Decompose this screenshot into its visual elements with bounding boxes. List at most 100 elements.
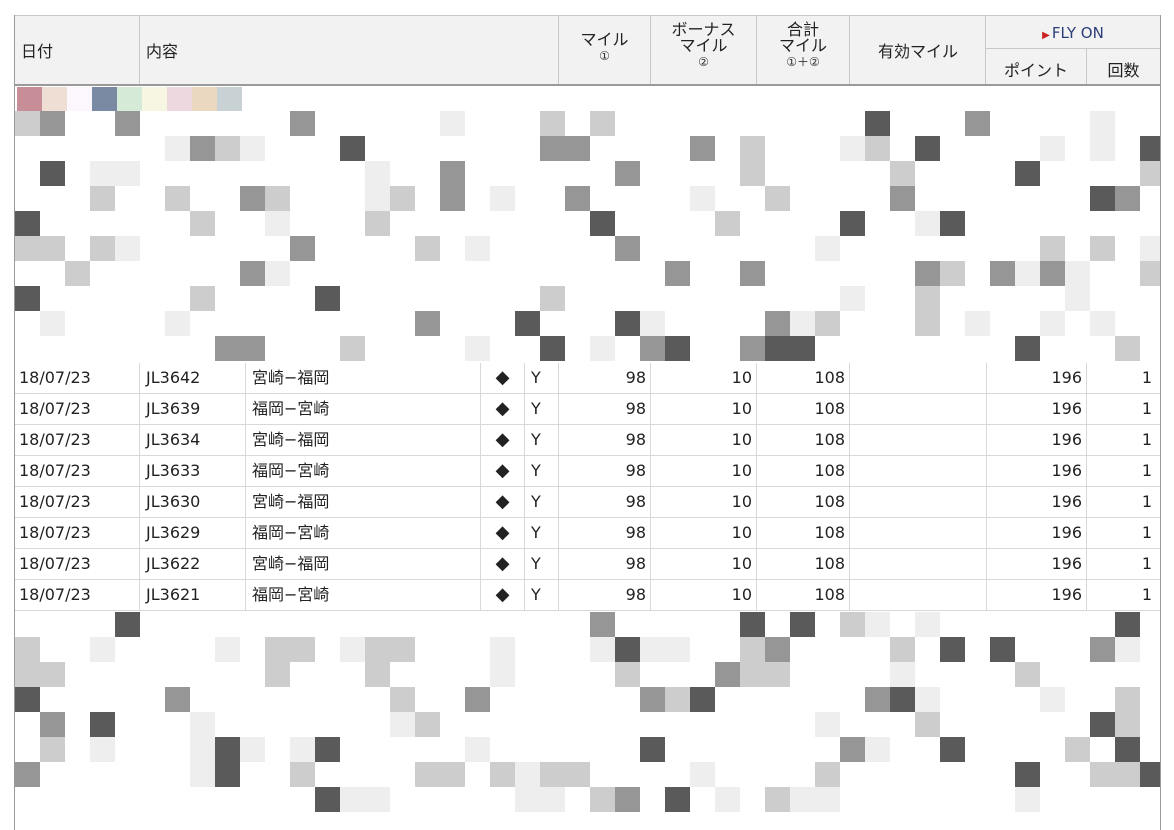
row-route: 福岡−宮崎 [246, 518, 481, 548]
header-total-line2: マイル [778, 36, 827, 55]
pixelated-block [340, 637, 365, 662]
pixelated-block [490, 662, 515, 687]
pixelated-block [190, 136, 215, 161]
pixelated-block [165, 186, 190, 211]
pixelated-block [790, 336, 815, 361]
pixelated-block [990, 261, 1015, 286]
pixelated-block [690, 136, 715, 161]
row-diamond-mark: ◆ [481, 487, 525, 517]
pixelated-block [865, 737, 890, 762]
pixelated-block [590, 787, 615, 812]
pixelated-block [365, 662, 390, 687]
pixelated-block [1115, 712, 1140, 737]
pixelated-block [15, 687, 40, 712]
pixelated-block [1015, 762, 1040, 787]
pixelated-block [340, 787, 365, 812]
row-date: 18/07/23 [15, 518, 140, 548]
row-class: Y [525, 456, 559, 486]
pixelated-block [365, 186, 390, 211]
pixelated-block [665, 637, 690, 662]
pixelated-block [915, 311, 940, 336]
pixelated-block [1140, 236, 1160, 261]
pixelated-block [565, 136, 590, 161]
pixelated-block [15, 762, 40, 787]
pixelated-block [165, 136, 190, 161]
header-total-miles: 合計 マイル ①＋② [757, 16, 850, 84]
pixelated-block [315, 286, 340, 311]
row-total-miles: 108 [757, 394, 850, 424]
pixelated-block [765, 311, 790, 336]
pixelated-block [1015, 662, 1040, 687]
pixelated-block [640, 311, 665, 336]
row-total-miles: 108 [757, 518, 850, 548]
header-bonus-line2: マイル [679, 36, 728, 55]
pixelated-block [765, 637, 790, 662]
pixelated-block [740, 612, 765, 637]
pixelated-block [290, 111, 315, 136]
row-bonus-miles: 10 [651, 363, 757, 393]
pixelated-block [790, 311, 815, 336]
pixelated-block [915, 261, 940, 286]
color-swatch [92, 87, 117, 111]
row-count: 1 [1141, 430, 1152, 449]
pixelated-block [615, 311, 640, 336]
pixelated-block [1115, 612, 1140, 637]
pixelated-block [15, 637, 40, 662]
pixelated-block [215, 336, 240, 361]
row-effective-miles [850, 394, 986, 424]
table-row: 18/07/23 JL3639 福岡−宮崎 ◆ Y 98 10 108 196 1 [15, 394, 1160, 425]
pixelated-block [465, 336, 490, 361]
header-flyon: ▶ FLY ON [986, 16, 1160, 49]
row-points: 196 [986, 487, 1087, 517]
pixelated-block [915, 136, 940, 161]
pixelated-block [240, 261, 265, 286]
row-route: 福岡−宮崎 [246, 580, 481, 610]
row-date: 18/07/23 [15, 549, 140, 579]
pixelated-block [640, 687, 665, 712]
pixelated-block [1015, 336, 1040, 361]
color-swatch-strip [17, 87, 242, 111]
pixelated-block [90, 712, 115, 737]
pixelated-block [815, 787, 840, 812]
pixelated-block [240, 336, 265, 361]
pixelated-block [315, 737, 340, 762]
pixelated-block [965, 311, 990, 336]
pixelated-block [1015, 787, 1040, 812]
pixelated-block [115, 236, 140, 261]
pixelated-block [315, 787, 340, 812]
row-date: 18/07/23 [15, 456, 140, 486]
pixelated-block [265, 186, 290, 211]
row-bonus-miles: 10 [651, 456, 757, 486]
pixelated-block [390, 637, 415, 662]
pixelated-block [715, 211, 740, 236]
row-flight-number: JL3630 [140, 487, 246, 517]
pixelated-block [1040, 136, 1065, 161]
row-points: 196 [986, 580, 1087, 610]
pixelated-block [940, 211, 965, 236]
row-route: 宮崎−福岡 [246, 549, 481, 579]
pixelated-block [990, 637, 1015, 662]
row-miles: 98 [559, 487, 651, 517]
row-flight-number: JL3642 [140, 363, 246, 393]
color-swatch [67, 87, 92, 111]
pixelated-block [840, 612, 865, 637]
pixelated-block [915, 687, 940, 712]
row-date: 18/07/23 [15, 425, 140, 455]
pixelated-block [290, 762, 315, 787]
table-row: 18/07/23 JL3629 福岡−宮崎 ◆ Y 98 10 108 196 1 [15, 518, 1160, 549]
pixelated-block [715, 787, 740, 812]
pixelated-block [40, 311, 65, 336]
row-route: 宮崎−福岡 [246, 425, 481, 455]
pixelated-block [1115, 737, 1140, 762]
pixelated-block [515, 762, 540, 787]
pixelated-block [865, 612, 890, 637]
pixelated-block [1115, 186, 1140, 211]
row-diamond-mark: ◆ [481, 425, 525, 455]
mileage-history-table: 日付 内容 マイル ① ボーナス マイル ② 合計 マイル ①＋② 有効マイル … [14, 15, 1161, 830]
row-effective-miles [850, 580, 986, 610]
row-class: Y [525, 425, 559, 455]
pixelated-block [1140, 136, 1160, 161]
pixelated-block [1015, 261, 1040, 286]
pixelated-block [740, 662, 765, 687]
row-miles: 98 [559, 580, 651, 610]
